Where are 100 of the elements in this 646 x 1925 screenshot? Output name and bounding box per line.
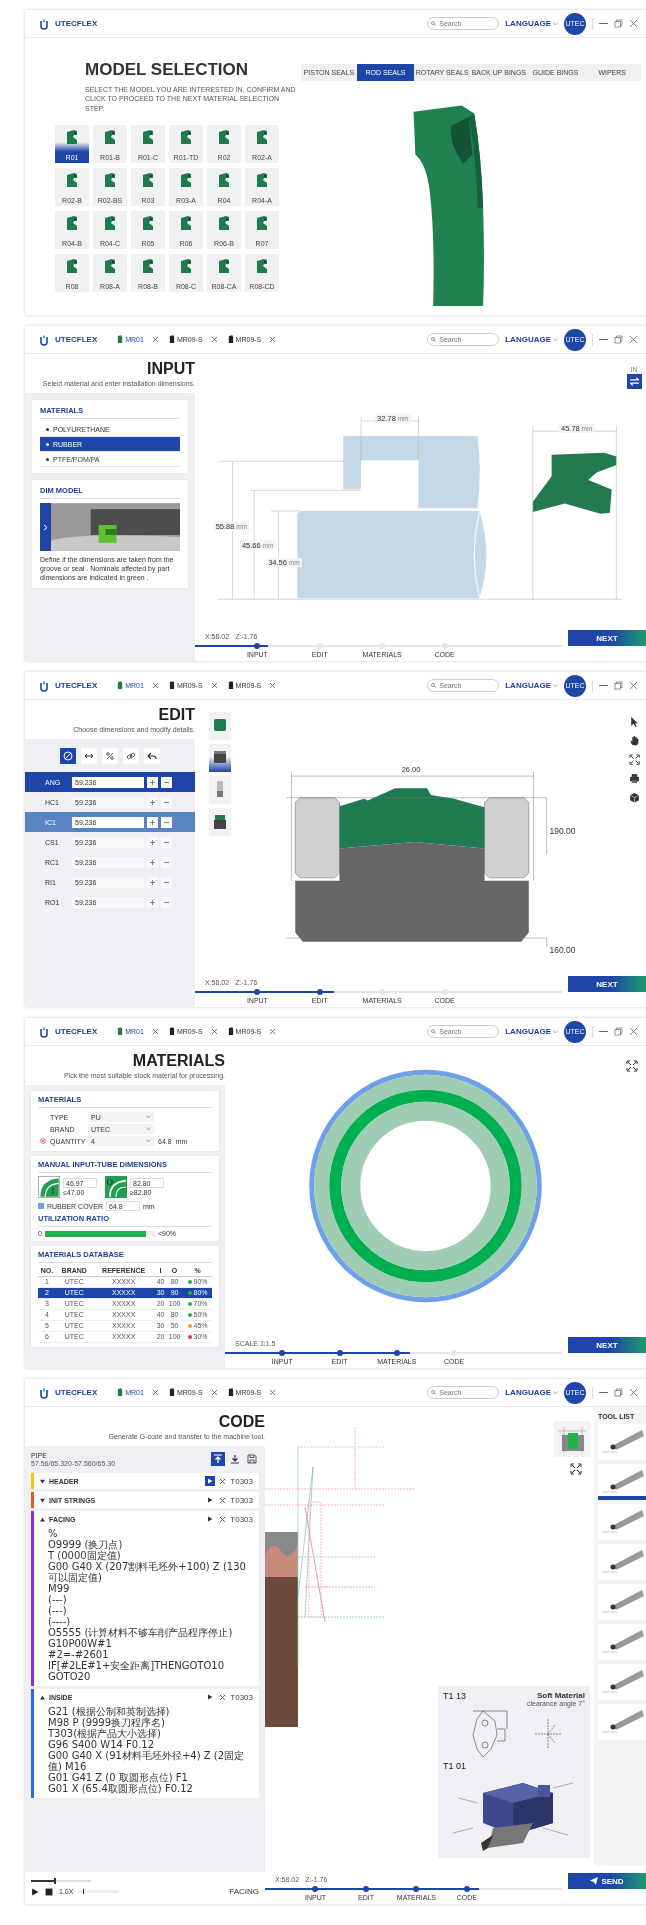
- close-tab-button[interactable]: [151, 682, 159, 689]
- maximize-button[interactable]: [614, 19, 623, 28]
- seal-icon: [65, 215, 79, 232]
- profile-thumbnail[interactable]: [209, 712, 231, 740]
- tool-number: T0303: [230, 1495, 253, 1505]
- increment-button[interactable]: [147, 856, 158, 868]
- checkbox[interactable]: [38, 1203, 44, 1209]
- increment-button[interactable]: [147, 876, 158, 888]
- seal-icon: [227, 1027, 234, 1036]
- undo-button[interactable]: [144, 748, 160, 764]
- play-icon: [207, 1516, 214, 1522]
- close-tab-button[interactable]: [269, 682, 277, 689]
- cube-button[interactable]: [628, 792, 640, 803]
- language-button[interactable]: LANGUAGE: [505, 335, 558, 344]
- code-line: O5555 (计算材料不够车削产品程序停止): [48, 1627, 234, 1638]
- save-button[interactable]: [245, 1452, 259, 1466]
- maximize-button[interactable]: [614, 1388, 623, 1397]
- close-tab-button[interactable]: [210, 336, 218, 343]
- link-button[interactable]: [123, 748, 139, 764]
- next-button[interactable]: NEXT: [568, 630, 646, 646]
- pointer-icon: [628, 716, 640, 727]
- seal-icon: [217, 129, 231, 146]
- decrement-button[interactable]: [161, 776, 172, 788]
- close-button[interactable]: [629, 19, 638, 28]
- profile-thumbnail[interactable]: [209, 744, 231, 772]
- increment-button[interactable]: [147, 896, 158, 908]
- maximize-button[interactable]: [614, 1027, 623, 1036]
- close-tab-button[interactable]: [269, 1389, 277, 1396]
- tool-item[interactable]: [598, 1464, 646, 1500]
- fit-screen-button[interactable]: [626, 1060, 640, 1074]
- bullet-icon: [46, 427, 49, 431]
- maximize-button[interactable]: [614, 335, 623, 344]
- code-line: G10P00W#1: [48, 1638, 113, 1649]
- page-title: INPUT: [146, 360, 195, 378]
- close-tab-button[interactable]: [210, 1389, 218, 1396]
- decrement-button[interactable]: [161, 836, 172, 848]
- swap-button[interactable]: [626, 374, 642, 389]
- maximize-button[interactable]: [614, 681, 623, 690]
- close-tab-button[interactable]: [151, 1028, 159, 1035]
- plus-icon: [149, 878, 156, 886]
- increment-button[interactable]: [147, 836, 158, 848]
- play-button[interactable]: [205, 1476, 216, 1486]
- seal-icon: [255, 215, 269, 232]
- language-button[interactable]: LANGUAGE: [505, 19, 558, 28]
- close-button[interactable]: [629, 1388, 638, 1397]
- pointer-button[interactable]: [628, 716, 640, 727]
- caret-icon[interactable]: [40, 1478, 45, 1484]
- current-section-label: FACING: [229, 1887, 259, 1896]
- decrement-button[interactable]: [161, 796, 172, 808]
- decrement-button[interactable]: [161, 816, 172, 828]
- play-button[interactable]: [31, 1887, 39, 1896]
- language-button[interactable]: LANGUAGE: [505, 681, 558, 690]
- caret-icon[interactable]: [40, 1497, 45, 1503]
- increment-button[interactable]: [147, 796, 158, 808]
- link-icon: [126, 751, 136, 761]
- increment-button[interactable]: [147, 816, 158, 828]
- close-button[interactable]: [629, 681, 638, 690]
- profile-thumbnail[interactable]: [209, 776, 231, 804]
- next-button[interactable]: NEXT: [568, 976, 646, 992]
- caret-icon[interactable]: [40, 1516, 45, 1522]
- double-arrow-icon: [84, 751, 94, 761]
- close-tab-button[interactable]: [151, 1389, 159, 1396]
- logo-text: UTECFLEX: [55, 1027, 98, 1036]
- print-button[interactable]: [628, 773, 640, 784]
- close-button[interactable]: [629, 1027, 638, 1036]
- close-button[interactable]: [629, 335, 638, 344]
- upload-button[interactable]: [211, 1452, 225, 1466]
- fit-screen-button[interactable]: [570, 1463, 582, 1475]
- close-tab-button[interactable]: [210, 682, 218, 689]
- seal-icon: [255, 129, 269, 146]
- next-button[interactable]: NEXT: [568, 1337, 646, 1353]
- language-button[interactable]: LANGUAGE: [505, 1388, 558, 1397]
- decrement-button[interactable]: [161, 876, 172, 888]
- close-icon: [151, 1028, 159, 1035]
- send-button[interactable]: SEND: [568, 1873, 646, 1889]
- width-button[interactable]: [81, 748, 97, 764]
- close-tab-button[interactable]: [269, 336, 277, 343]
- decrement-button[interactable]: [161, 856, 172, 868]
- percent-button[interactable]: [102, 748, 118, 764]
- increment-button[interactable]: [147, 776, 158, 788]
- close-tab-button[interactable]: [210, 1028, 218, 1035]
- language-button[interactable]: LANGUAGE: [505, 1027, 558, 1036]
- seal-icon: [255, 258, 269, 275]
- close-tab-button[interactable]: [151, 336, 159, 343]
- fit-screen-button[interactable]: [628, 754, 640, 765]
- bullet-icon: [46, 457, 49, 461]
- diameter-button[interactable]: [60, 748, 76, 764]
- play-icon: [207, 1497, 214, 1503]
- decrement-button[interactable]: [161, 896, 172, 908]
- profile-thumbnail[interactable]: [209, 808, 231, 836]
- hand-button[interactable]: [628, 735, 640, 746]
- diameter-icon: [63, 751, 73, 761]
- close-icon: [629, 1388, 638, 1397]
- close-icon: [210, 1028, 218, 1035]
- stop-button[interactable]: [45, 1887, 53, 1896]
- close-tab-button[interactable]: [269, 1028, 277, 1035]
- seal-icon: [179, 215, 193, 232]
- undo-icon: [147, 751, 157, 761]
- download-button[interactable]: [228, 1452, 242, 1466]
- caret-icon[interactable]: [40, 1694, 45, 1700]
